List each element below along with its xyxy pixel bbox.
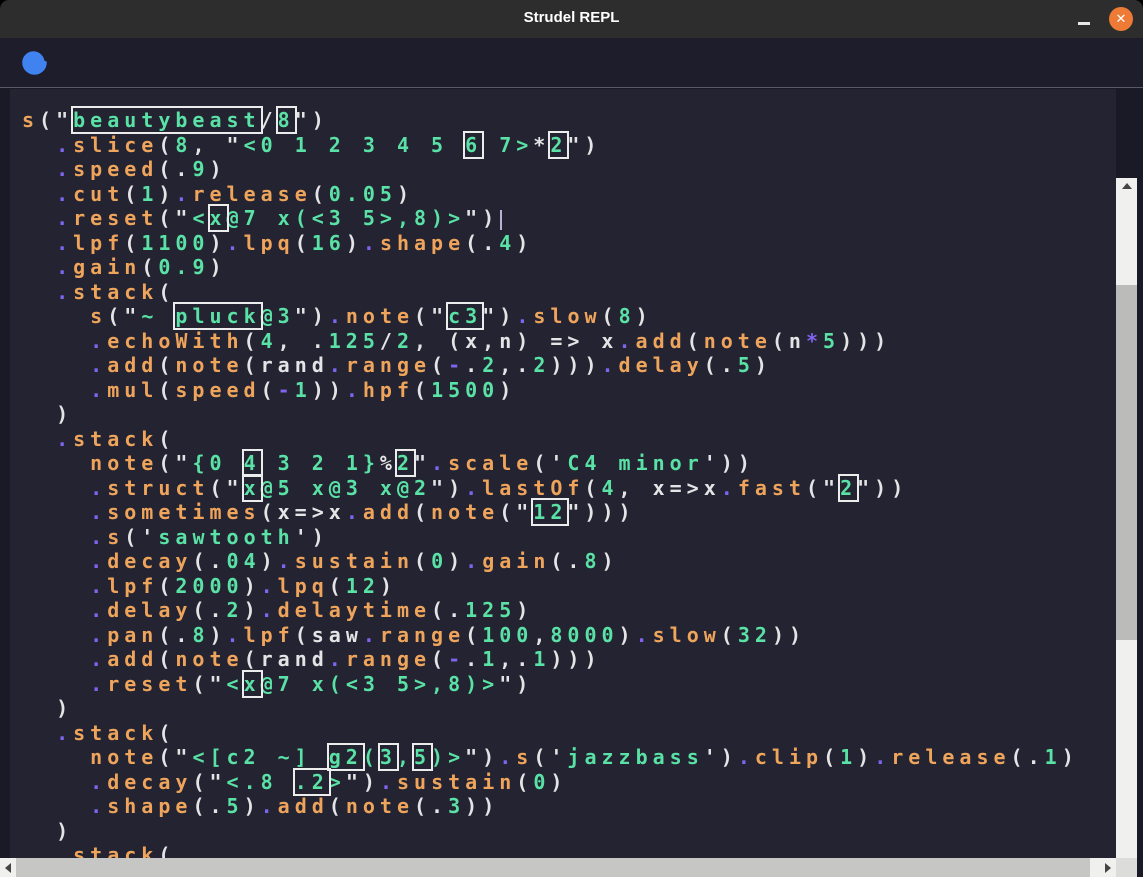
code-line: .mul(speed(-1)).hpf(1500): [22, 378, 1079, 403]
code-line: ): [22, 819, 1079, 844]
window-title: Strudel REPL: [0, 9, 1143, 26]
code-editor[interactable]: s("beautybeast/8") .slice(8, "<0 1 2 3 4…: [10, 89, 1116, 858]
scrollbar-right-button[interactable]: [1100, 858, 1116, 877]
strudel-spiral-logo-icon[interactable]: [21, 49, 48, 76]
active-token: 12: [533, 500, 567, 524]
code-content[interactable]: s("beautybeast/8") .slice(8, "<0 1 2 3 4…: [22, 108, 1079, 858]
code-line: .reset("<x@7 x(<3 5>,8)>"): [22, 672, 1079, 697]
code-line: note("<[c2 ~] g2(3,5)>").s('jazzbass').c…: [22, 745, 1079, 770]
active-token: 6: [465, 133, 482, 157]
active-token: g2: [329, 745, 363, 769]
scrollbar-left-button[interactable]: [0, 858, 16, 877]
active-token: x: [210, 206, 227, 230]
active-token: 8: [278, 108, 295, 132]
code-line: ): [22, 402, 1079, 427]
active-token: pluck: [175, 304, 260, 328]
strudel-repl-window: Strudel REPL ✕ s("beautybeast/8") .slice…: [0, 0, 1143, 877]
code-line: .s('sawtooth'): [22, 525, 1079, 550]
code-line: .reset("<x@7 x(<3 5>,8)>"): [22, 206, 1079, 231]
active-token: x: [244, 672, 261, 696]
code-line: note("{0 4 3 2 1}%2".scale('C4 minor')): [22, 451, 1079, 476]
code-line: .speed(.9): [22, 157, 1079, 182]
left-arrow-icon: [5, 863, 11, 873]
up-arrow-icon: [1122, 183, 1132, 189]
code-line: .stack(: [22, 280, 1079, 305]
active-token: 5: [414, 745, 431, 769]
active-token: 4: [244, 451, 261, 475]
minimize-button[interactable]: [1071, 6, 1097, 32]
minimize-icon: [1078, 22, 1090, 25]
scrollbar-corner: [1116, 858, 1137, 877]
horizontal-scrollbar[interactable]: [0, 858, 1116, 877]
code-line: .echoWith(4, .125/2, (x,n) => x.add(note…: [22, 329, 1079, 354]
active-token: .2: [295, 770, 329, 794]
code-line: .stack(: [22, 843, 1079, 858]
active-token: x: [244, 476, 261, 500]
code-line: .slice(8, "<0 1 2 3 4 5 6 7>*2"): [22, 133, 1079, 158]
close-button[interactable]: ✕: [1109, 7, 1133, 31]
active-token: c3: [448, 304, 482, 328]
code-line: .gain(0.9): [22, 255, 1079, 280]
code-line: .shape(.5).add(note(.3)): [22, 794, 1079, 819]
window-frame-edge: [1137, 89, 1143, 877]
code-line: .struct("x@5 x@3 x@2").lastOf(4, x=>x.fa…: [22, 476, 1079, 501]
code-line: .lpf(2000).lpq(12): [22, 574, 1079, 599]
code-line: s("beautybeast/8"): [22, 108, 1079, 133]
titlebar[interactable]: Strudel REPL ✕: [0, 0, 1143, 38]
code-line: .cut(1).release(0.05): [22, 182, 1079, 207]
editor: s("beautybeast/8") .slice(8, "<0 1 2 3 4…: [0, 89, 1143, 858]
code-line: ): [22, 696, 1079, 721]
active-token: 2: [397, 451, 414, 475]
code-line: .decay("<.8 .2>").sustain(0): [22, 770, 1079, 795]
active-token: 2: [550, 133, 567, 157]
active-token: beautybeast: [73, 108, 260, 132]
right-arrow-icon: [1105, 863, 1111, 873]
horizontal-scrollbar-thumb[interactable]: [16, 858, 1090, 877]
vertical-scrollbar-thumb[interactable]: [1116, 285, 1137, 640]
text-cursor: [500, 210, 502, 230]
code-line: .lpf(1100).lpq(16).shape(.4): [22, 231, 1079, 256]
code-line: .sometimes(x=>x.add(note("12"))): [22, 500, 1079, 525]
scrollbar-up-button[interactable]: [1116, 178, 1137, 194]
toolbar: [0, 38, 1143, 88]
code-line: .stack(: [22, 721, 1079, 746]
code-line: .decay(.04).sustain(0).gain(.8): [22, 549, 1079, 574]
active-token: 2: [840, 476, 857, 500]
code-line: .add(note(rand.range(-.1,.1))): [22, 647, 1079, 672]
code-line: .add(note(rand.range(-.2,.2))).delay(.5): [22, 353, 1079, 378]
active-token: 3: [380, 745, 397, 769]
close-icon: ✕: [1116, 13, 1127, 26]
code-line: .pan(.8).lpf(saw.range(100,8000).slow(32…: [22, 623, 1079, 648]
vertical-scrollbar[interactable]: [1116, 178, 1137, 877]
code-line: .stack(: [22, 427, 1079, 452]
code-line: .delay(.2).delaytime(.125): [22, 598, 1079, 623]
code-line: s("~ pluck@3").note("c3").slow(8): [22, 304, 1079, 329]
